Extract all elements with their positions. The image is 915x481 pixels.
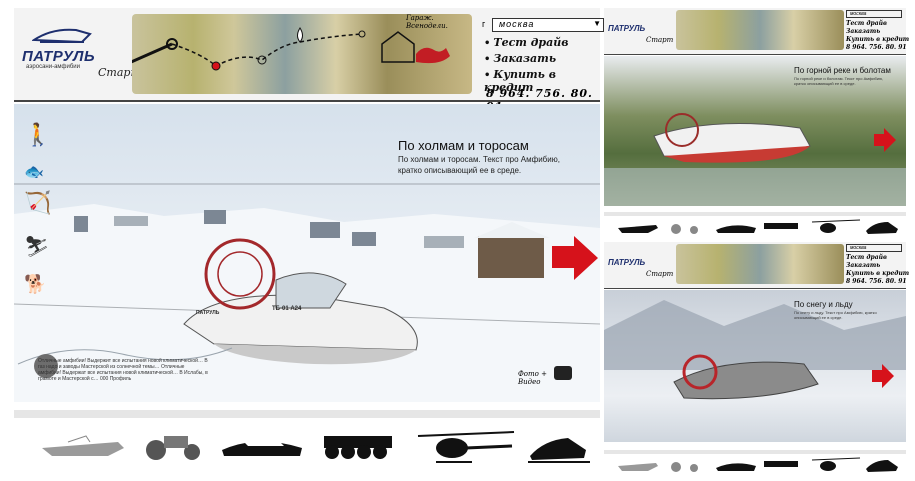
photo-video-label[interactable]: Фото + Видео [518, 370, 558, 386]
shooter-icon[interactable]: 🏹 [24, 190, 51, 216]
boat-icon[interactable] [38, 428, 128, 462]
boat-registration: ТБ-01 А24 [272, 306, 302, 312]
logo-tagline: аэросани-амфибии [26, 64, 80, 70]
main-panel: ПАТРУЛЬ аэросани-амфибии Старт Гараж. Вс… [14, 8, 604, 478]
logo[interactable]: ПАТРУЛЬ [22, 48, 95, 65]
thumb-hero: По снегу и льду По снегу и льду. Текст п… [604, 290, 906, 442]
thumb-vehicle-bar [604, 450, 906, 476]
hovercraft-icon[interactable] [218, 428, 308, 462]
city-prefix: г [482, 19, 486, 29]
chevron-down-icon: ▼ [593, 19, 602, 28]
thumb-menu-order: Заказать [846, 28, 881, 35]
thumb-start-label: Старт [646, 36, 674, 44]
hero-title: По холмам и торосам [398, 138, 529, 153]
hero-slide: 🚶 🐟 🏹 ⛷ 🐕 По холмам и торосам По холмам … [14, 104, 600, 402]
vehicle-selector [14, 410, 600, 478]
helicopter-icon[interactable] [412, 428, 520, 468]
dog-icon[interactable]: 🐕 [24, 274, 46, 295]
city-value: москва [499, 19, 535, 29]
thumb-hero: По горной реке и болотам По горной реке … [604, 56, 906, 206]
garage-label[interactable]: Гараж. Всенодели. [406, 14, 476, 30]
thumb-header: ПАТРУЛЬ Старт москва Тест драйв Заказать… [604, 8, 910, 55]
thumbnail-snow[interactable]: ПАТРУЛЬ Старт москва Тест драйв Заказать… [604, 242, 910, 472]
thumb-city-select: москва [846, 10, 902, 18]
hunter-icon[interactable]: 🚶 [24, 122, 51, 148]
thumb-logo: ПАТРУЛЬ [608, 258, 646, 267]
fishing-icon[interactable]: 🐟 [24, 162, 44, 182]
hero-caption: Отличные амфибии! Выдержит все испытания… [38, 358, 208, 382]
thumb-menu-order: Заказать [846, 262, 881, 269]
thumb-header: ПАТРУЛЬ Старт москва Тест драйв Заказать… [604, 242, 910, 289]
boat-label: ПАТРУЛЬ [196, 310, 220, 316]
thumb-title: По горной реке и болотам [794, 66, 891, 75]
thumb-vehicle-icons [618, 457, 898, 472]
skier-icon[interactable]: ⛷ [24, 234, 49, 259]
snowmobile-icon[interactable] [524, 428, 594, 468]
camera-icon[interactable] [554, 366, 572, 380]
thumb-text: По снегу и льду. Текст про Амфибию, крат… [794, 310, 877, 320]
thumb-title: По снегу и льду [794, 300, 853, 309]
logo-boat-icon [32, 28, 92, 44]
thumb-phone: 8 964. 756. 80. 91 [846, 44, 907, 51]
thumb-text: По горной реке и болотам. Текст про Амфи… [794, 76, 884, 86]
thumb-city-select: москва [846, 244, 902, 252]
thumb-menu-test-drive: Тест драйв [846, 254, 887, 261]
hero-text: По холмам и торосам. Текст про Амфибию, … [398, 155, 560, 175]
city-select[interactable]: москва ▼ [492, 18, 604, 32]
header: ПАТРУЛЬ аэросани-амфибии Старт Гараж. Вс… [14, 8, 604, 113]
thumb-vehicle-bar [604, 212, 906, 238]
thumb-menu-credit: Купить в кредит [846, 270, 910, 277]
thumb-route-map [676, 244, 844, 284]
thumbnail-river[interactable]: ПАТРУЛЬ Старт москва Тест драйв Заказать… [604, 8, 910, 234]
menu-test-drive[interactable]: • Тест драйв [484, 36, 604, 49]
thumb-logo: ПАТРУЛЬ [608, 24, 646, 33]
tractor-icon[interactable] [138, 428, 208, 462]
thumb-phone: 8 964. 756. 80. 91 [846, 278, 907, 285]
thumb-vehicle-icons [618, 219, 898, 234]
thumb-menu-credit: Купить в кредит [846, 36, 910, 43]
thumb-route-map [676, 10, 844, 50]
menu-order[interactable]: • Заказать [484, 52, 604, 65]
amphibious-atv-icon[interactable] [318, 428, 398, 462]
thumb-menu-test-drive: Тест драйв [846, 20, 887, 27]
thumb-start-label: Старт [646, 270, 674, 278]
